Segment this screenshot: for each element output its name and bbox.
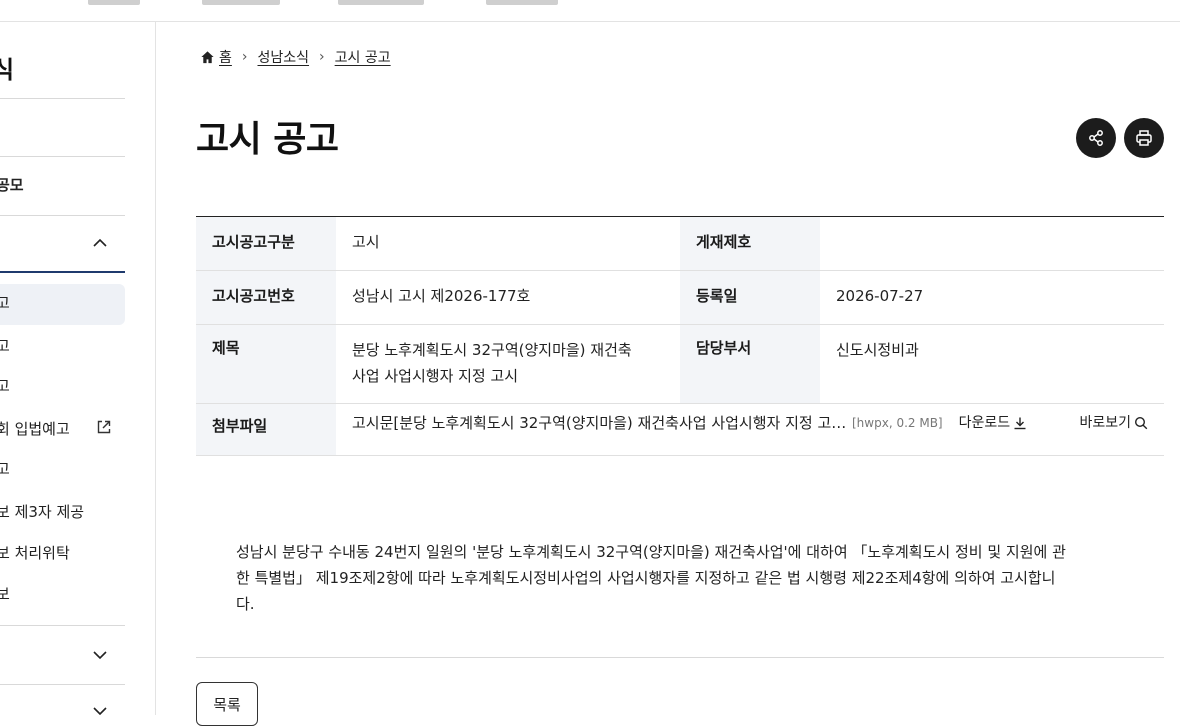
breadcrumb: 홈 › 성남소식 › 고시 공고 xyxy=(200,46,391,68)
department-label: 담당부서 xyxy=(680,325,820,403)
sidebar-divider xyxy=(0,215,125,216)
sidebar-title: 식 xyxy=(0,50,14,85)
notice-info-table: 고시공고구분 고시 게재제호 고시공고번호 성남시 고시 제2026-177호 … xyxy=(196,216,1164,456)
content-divider xyxy=(196,657,1164,658)
top-nav-item-cut[interactable] xyxy=(202,0,280,5)
preview-label: 바로보기 xyxy=(1079,414,1131,431)
sidebar-subitem-active[interactable]: 고 xyxy=(0,292,10,313)
body-line: 다. xyxy=(236,595,255,613)
sidebar-subitem[interactable]: 보 제3자 제공 xyxy=(0,501,84,522)
download-icon xyxy=(1014,417,1026,429)
notice-number-label: 고시공고번호 xyxy=(196,271,336,324)
sidebar-divider xyxy=(0,98,125,99)
download-label: 다운로드 xyxy=(958,414,1011,431)
sidebar-divider xyxy=(0,684,125,685)
sidebar-active-item-bg xyxy=(0,284,125,325)
attachment-label: 첨부파일 xyxy=(196,404,336,455)
table-row: 제목 분당 노후계획도시 32구역(양지마을) 재건축 사업 사업시행자 지정 … xyxy=(196,325,1164,404)
chevron-up-icon[interactable] xyxy=(91,234,109,252)
subject-label: 제목 xyxy=(196,325,336,403)
list-button[interactable]: 목록 xyxy=(196,682,258,726)
breadcrumb-home[interactable]: 홈 xyxy=(219,47,232,67)
share-icon xyxy=(1089,130,1103,146)
sidebar-divider xyxy=(0,625,125,626)
download-button[interactable]: 다운로드 xyxy=(959,410,1028,436)
post-number-label: 게재제호 xyxy=(680,217,820,270)
top-nav-item-cut[interactable] xyxy=(88,0,140,5)
sidebar-subitem[interactable]: 보 xyxy=(0,583,10,604)
search-icon xyxy=(1134,416,1148,429)
attachment-file-meta: [hwpx, 0.2 MB] xyxy=(852,415,943,430)
left-sidebar: 식 공모 고 고 고 회 입법예고 고 보 제3자 제공 보 처리위탁 보 xyxy=(0,22,156,715)
table-row: 고시공고번호 성남시 고시 제2026-177호 등록일 2026-07-27 xyxy=(196,271,1164,325)
top-navigation-bar xyxy=(0,0,1180,22)
body-line: 한 특별법」 제19조제2항에 따라 노후계획도시정비사업의 사업시행자를 지정… xyxy=(236,569,1056,587)
home-icon xyxy=(201,50,214,63)
sidebar-divider xyxy=(0,156,125,157)
notice-number-value: 성남시 고시 제2026-177호 xyxy=(352,287,531,305)
print-button[interactable] xyxy=(1124,118,1164,158)
breadcrumb-separator-icon: › xyxy=(241,49,248,65)
body-line: 성남시 분당구 수내동 24번지 일원의 '분당 노후계획도시 32구역(양지마… xyxy=(236,543,1066,561)
sidebar-subitem[interactable]: 고 xyxy=(0,458,10,479)
top-nav-item-cut[interactable] xyxy=(486,0,558,5)
attachment-file-name[interactable]: 고시문[분당 노후계획도시 32구역(양지마을) 재건축사업 사업시행자 지정 … xyxy=(352,410,847,436)
sidebar-active-divider xyxy=(0,271,125,273)
sidebar-subitem-external[interactable]: 회 입법예고 xyxy=(0,418,70,439)
preview-button[interactable]: 바로보기 xyxy=(1079,410,1148,436)
post-number-value xyxy=(820,217,1164,270)
sidebar-subitem[interactable]: 고 xyxy=(0,335,10,356)
top-nav-item-cut[interactable] xyxy=(338,0,424,5)
registration-date-value: 2026-07-27 xyxy=(836,287,924,305)
registration-date-label: 등록일 xyxy=(680,271,820,324)
sidebar-subitem[interactable]: 보 처리위탁 xyxy=(0,542,70,563)
breadcrumb-level1[interactable]: 성남소식 xyxy=(258,47,310,67)
table-row: 첨부파일 고시문[분당 노후계획도시 32구역(양지마을) 재건축사업 사업시행… xyxy=(196,404,1164,456)
subject-line: 사업 사업시행자 지정 고시 xyxy=(352,367,519,385)
subject-value: 분당 노후계획도시 32구역(양지마을) 재건축 사업 사업시행자 지정 고시 xyxy=(336,325,680,403)
attachment-value: 고시문[분당 노후계획도시 32구역(양지마을) 재건축사업 사업시행자 지정 … xyxy=(336,404,1164,455)
share-button[interactable] xyxy=(1076,118,1116,158)
department-value: 신도시정비과 xyxy=(836,341,919,359)
breadcrumb-separator-icon: › xyxy=(319,49,325,65)
chevron-down-icon[interactable] xyxy=(91,702,109,715)
subject-line: 분당 노후계획도시 32구역(양지마을) 재건축 xyxy=(352,341,632,359)
printer-icon xyxy=(1136,130,1152,146)
notice-body: 성남시 분당구 수내동 24번지 일원의 '분당 노후계획도시 32구역(양지마… xyxy=(236,539,1126,617)
chevron-down-icon[interactable] xyxy=(91,646,109,664)
sidebar-subitem[interactable]: 고 xyxy=(0,375,10,396)
category-value: 고시 xyxy=(352,233,380,251)
external-link-icon xyxy=(97,420,111,434)
category-label: 고시공고구분 xyxy=(196,217,336,270)
breadcrumb-level2[interactable]: 고시 공고 xyxy=(335,47,391,67)
sidebar-item[interactable]: 공모 xyxy=(0,174,24,195)
table-row: 고시공고구분 고시 게재제호 xyxy=(196,217,1164,271)
page-title: 고시 공고 xyxy=(196,119,339,160)
